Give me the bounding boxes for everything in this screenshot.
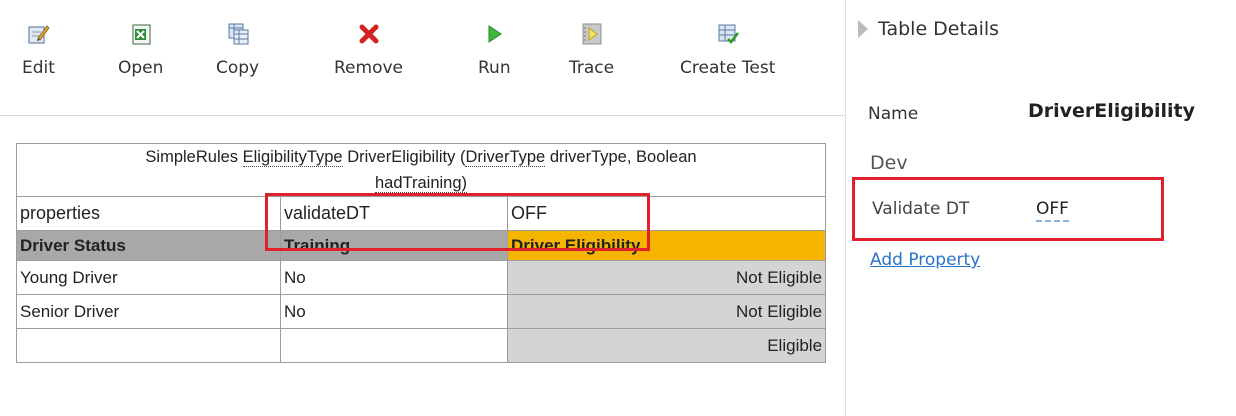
validate-dt-label: Validate DT — [872, 199, 970, 219]
name-label: Name — [868, 104, 919, 124]
panel-title: Table Details — [878, 18, 1000, 40]
edit-icon — [28, 25, 50, 44]
table-cell[interactable] — [280, 328, 508, 363]
property-value-cell[interactable]: OFF — [506, 196, 827, 231]
table-details-header[interactable]: Table Details — [858, 18, 999, 40]
signature-part: hadTraining) — [375, 174, 468, 193]
table-cell[interactable] — [16, 328, 281, 363]
parameter-type: DriverType — [465, 148, 546, 167]
header-row: Driver Status Training Driver Eligibilit… — [16, 230, 827, 261]
run-label: Run — [478, 58, 511, 78]
open-button[interactable]: Open — [118, 22, 163, 102]
trace-icon — [582, 23, 602, 45]
table-signature[interactable]: SimpleRules EligibilityType DriverEligib… — [15, 143, 827, 197]
rules-editor-panel: Edit Open Copy Remove Run Trace Create T… — [0, 0, 845, 416]
table-cell[interactable]: No — [280, 260, 508, 295]
signature-row: SimpleRules EligibilityType DriverEligib… — [15, 143, 827, 197]
copy-label: Copy — [216, 58, 260, 78]
table-cell[interactable]: Young Driver — [16, 260, 281, 295]
remove-button[interactable]: Remove — [334, 22, 403, 102]
validate-dt-value[interactable]: OFF — [1036, 199, 1069, 222]
toolbar: Edit Open Copy Remove Run Trace Create T… — [0, 0, 845, 116]
copy-table-icon — [228, 23, 249, 45]
trace-label: Trace — [569, 58, 615, 78]
excel-icon — [132, 24, 151, 45]
table-cell[interactable]: Senior Driver — [16, 294, 281, 329]
copy-button[interactable]: Copy — [216, 22, 259, 102]
return-type: EligibilityType — [242, 148, 343, 167]
signature-part: SimpleRules — [145, 148, 243, 166]
property-key-cell[interactable]: validateDT — [280, 196, 508, 231]
dev-section-label: Dev — [870, 152, 908, 174]
edit-label: Edit — [22, 58, 55, 78]
add-property-link[interactable]: Add Property — [870, 250, 980, 270]
remove-label: Remove — [334, 58, 403, 78]
signature-part: DriverEligibility ( — [342, 148, 466, 166]
create-test-button[interactable]: Create Test — [680, 22, 775, 102]
table-cell[interactable]: No — [280, 294, 508, 329]
properties-row: properties validateDT OFF — [16, 196, 827, 231]
table-cell[interactable]: Not Eligible — [506, 294, 827, 329]
table-details-panel: Table Details Name DriverEligibility Dev… — [846, 0, 1236, 416]
signature-part: driverType, Boolean — [545, 148, 697, 166]
table-row: Senior Driver No Not Eligible — [16, 294, 827, 329]
expand-triangle-icon — [858, 20, 868, 38]
create-test-label: Create Test — [680, 58, 776, 78]
table-row: Eligible — [16, 328, 827, 363]
create-test-icon — [718, 24, 739, 44]
condition-header-training[interactable]: Training — [280, 230, 508, 261]
rule-table: SimpleRules EligibilityType DriverEligib… — [15, 143, 827, 363]
name-value: DriverEligibility — [1028, 100, 1196, 122]
open-label: Open — [118, 58, 164, 78]
edit-button[interactable]: Edit — [22, 22, 55, 102]
trace-button[interactable]: Trace — [569, 22, 614, 102]
remove-x-icon — [359, 24, 378, 44]
action-header-driver-eligibility[interactable]: Driver Eligibility — [506, 230, 827, 261]
properties-label-cell[interactable]: properties — [16, 196, 281, 231]
run-button[interactable]: Run — [478, 22, 511, 102]
table-cell[interactable]: Not Eligible — [506, 260, 827, 295]
table-cell[interactable]: Eligible — [506, 328, 827, 363]
run-play-icon — [488, 25, 503, 43]
condition-header-driver-status[interactable]: Driver Status — [16, 230, 281, 261]
table-row: Young Driver No Not Eligible — [16, 260, 827, 295]
